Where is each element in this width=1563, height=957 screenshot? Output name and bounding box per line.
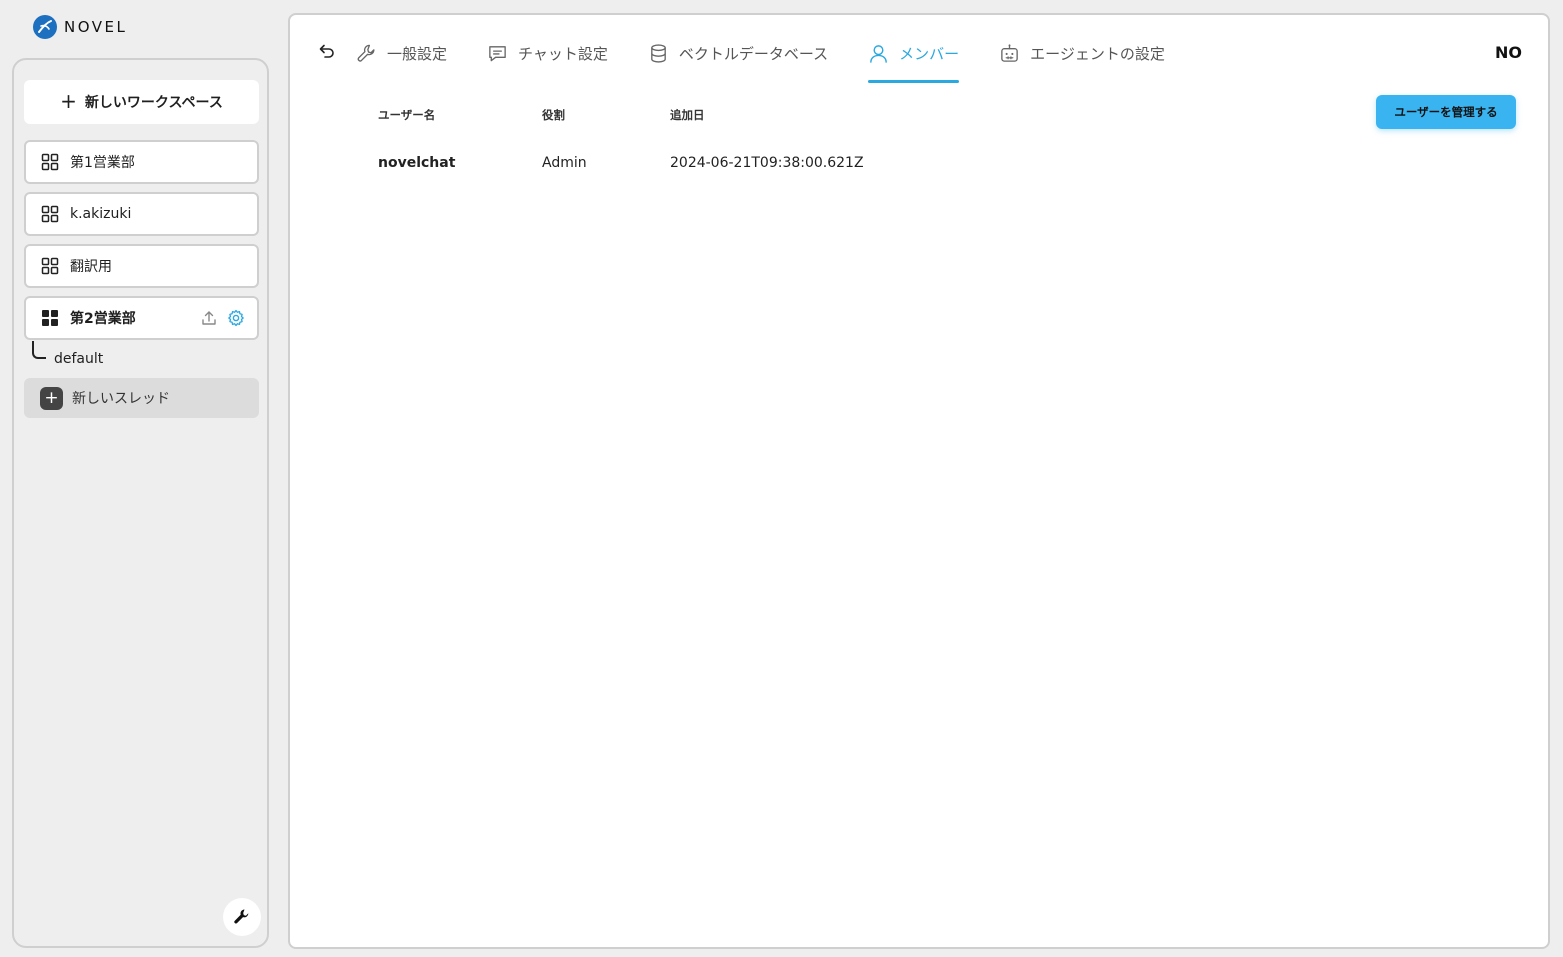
plus-icon: +	[60, 89, 77, 113]
settings-panel: 一般設定 チャット設定 ベクトルデータベース メンバー エージェントの設定 NO…	[288, 13, 1550, 949]
tools-button[interactable]	[223, 898, 261, 936]
gear-icon[interactable]	[227, 309, 245, 327]
tab-label: チャット設定	[518, 45, 608, 63]
column-header-added: 追加日	[670, 108, 705, 122]
sidebar: + 新しいワークスペース 第1営業部 k.akizuki 翻訳用 第2営業部 d…	[12, 58, 269, 948]
back-button[interactable]	[316, 41, 336, 61]
wrench-icon	[234, 909, 249, 924]
new-thread-label: 新しいスレッド	[72, 391, 170, 407]
tab-label: 一般設定	[387, 45, 448, 63]
column-header-username: ユーザー名	[378, 108, 436, 122]
app-root: NOVEL + 新しいワークスペース 第1営業部 k.akizuki 翻訳用 第…	[0, 0, 1563, 957]
tab-general[interactable]: 一般設定	[356, 41, 447, 66]
tab-chat[interactable]: チャット設定	[487, 41, 608, 66]
grid-icon	[41, 153, 59, 171]
thread-tree-line	[32, 341, 46, 359]
settings-tabs: 一般設定 チャット設定 ベクトルデータベース メンバー エージェントの設定	[356, 41, 1205, 85]
grid-icon	[41, 257, 59, 275]
member-username: novelchat	[378, 155, 456, 171]
tab-members[interactable]: メンバー	[868, 41, 960, 83]
workspace-actions	[200, 309, 245, 327]
workspace-item-2[interactable]: k.akizuki	[24, 192, 259, 236]
novel-logo-icon	[33, 15, 57, 39]
workspace-label: 第1営業部	[70, 155, 135, 171]
manage-users-button[interactable]: ユーザーを管理する	[1376, 95, 1516, 129]
new-workspace-button[interactable]: + 新しいワークスペース	[24, 80, 259, 124]
user-avatar-initials[interactable]: NO	[1495, 43, 1522, 62]
column-header-role: 役割	[542, 108, 565, 122]
workspace-item-1[interactable]: 第1営業部	[24, 140, 259, 184]
plus-icon: +	[40, 386, 63, 410]
user-icon	[870, 45, 887, 63]
workspace-label: 翻訳用	[70, 259, 112, 275]
member-role: Admin	[542, 155, 587, 171]
tab-label: メンバー	[899, 45, 960, 63]
tab-vector-database[interactable]: ベクトルデータベース	[648, 41, 828, 66]
member-added-date: 2024-06-21T09:38:00.621Z	[670, 155, 864, 171]
workspace-label: k.akizuki	[70, 206, 132, 222]
tab-agent-settings[interactable]: エージェントの設定	[999, 41, 1165, 66]
thread-item-default[interactable]: default	[54, 351, 103, 367]
database-icon	[651, 44, 666, 63]
tab-label: エージェントの設定	[1030, 45, 1165, 63]
workspace-item-3[interactable]: 翻訳用	[24, 244, 259, 288]
new-thread-button[interactable]: + 新しいスレッド	[24, 378, 259, 418]
workspace-item-4-active[interactable]: 第2営業部	[24, 296, 259, 340]
new-workspace-label: 新しいワークスペース	[84, 95, 223, 111]
chat-icon	[489, 46, 506, 62]
workspace-label: 第2営業部	[70, 311, 136, 327]
brand-name: NOVEL	[64, 18, 128, 36]
robot-icon	[1001, 44, 1018, 62]
brand-logo: NOVEL	[33, 15, 127, 39]
grid-filled-icon	[42, 310, 58, 326]
wrench-icon	[357, 44, 375, 62]
tab-label: ベクトルデータベース	[678, 45, 829, 63]
grid-icon	[41, 205, 59, 223]
upload-icon[interactable]	[200, 309, 218, 327]
